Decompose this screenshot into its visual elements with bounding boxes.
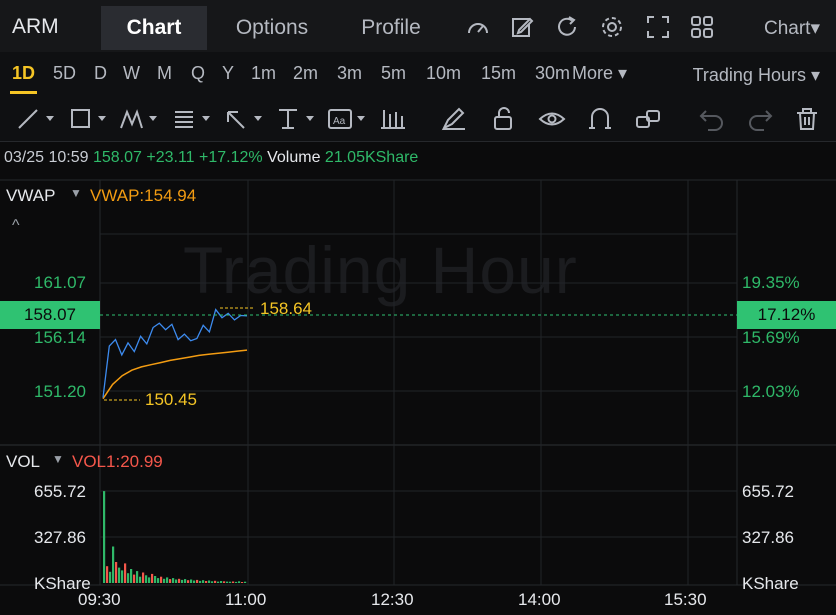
price-line (102, 308, 248, 398)
volume-bar (220, 581, 223, 583)
volume-bar (181, 579, 184, 583)
volume-bar (238, 581, 241, 583)
volume-bar (193, 580, 196, 583)
low-price-label: 150.45 (145, 390, 197, 409)
volume-bar (139, 576, 142, 583)
volume-bar (244, 581, 247, 583)
chart-grid (0, 179, 836, 586)
indicator-vwap-name[interactable]: VWAP (6, 186, 55, 206)
volume-bar (151, 573, 154, 583)
volume-bar (145, 575, 148, 583)
indicator-vol-value: VOL1:20.99 (72, 452, 163, 471)
collapse-icon[interactable]: ^ (12, 217, 20, 235)
volume-bar (205, 581, 208, 583)
volume-bar (121, 570, 124, 583)
volume-bar (199, 580, 202, 583)
time-tick: 12:30 (371, 590, 414, 609)
volume-bar (223, 581, 226, 583)
volume-bar (115, 562, 118, 583)
vol-tick-left: 327.86 (34, 528, 86, 547)
volume-bar (109, 571, 112, 583)
volume-bar (103, 491, 106, 583)
pct-tick-right: 15.69% (742, 328, 800, 347)
volume-bar (178, 578, 181, 583)
price-tick-left: 161.07 (34, 273, 86, 292)
vol-tick-left: 655.72 (34, 482, 86, 501)
volume-bar (202, 580, 205, 583)
volume-bar (232, 581, 235, 583)
volume-bar (196, 579, 199, 583)
volume-bar (118, 567, 121, 583)
indicator-vol-name[interactable]: VOL (6, 452, 40, 472)
vol-tick-right: 655.72 (742, 482, 794, 501)
indicator-dropdown-icon[interactable]: ▼ (70, 186, 82, 200)
time-tick: 14:00 (518, 590, 561, 609)
volume-bar (229, 581, 232, 583)
vol-tick-right: 327.86 (742, 528, 794, 547)
price-tick-left: 156.14 (34, 328, 86, 347)
volume-bar (226, 581, 229, 583)
current-pct-badge: 17.12% (737, 301, 836, 329)
volume-bar (187, 580, 190, 583)
current-price-badge: 158.07 (0, 301, 100, 329)
volume-bar (124, 563, 127, 583)
volume-bar (112, 546, 115, 583)
volume-bar (190, 579, 193, 583)
pct-tick-right: 12.03% (742, 382, 800, 401)
chart-canvas[interactable] (0, 0, 836, 615)
volume-bar (172, 578, 175, 583)
volume-bar (241, 582, 244, 583)
volume-bar (184, 579, 187, 583)
vol-dropdown-icon[interactable]: ▼ (52, 452, 64, 466)
volume-bar (175, 579, 178, 583)
volume-bar (235, 581, 238, 583)
volume-bar (157, 578, 160, 583)
volume-bar (160, 576, 163, 583)
volume-bar (142, 572, 145, 583)
volume-bar (130, 569, 133, 583)
volume-bar (166, 577, 169, 583)
high-price-label: 158.64 (260, 299, 312, 318)
pct-tick-right: 19.35% (742, 273, 800, 292)
vol-tick-right: KShare (742, 574, 799, 593)
volume-bar (211, 581, 214, 583)
volume-bar (106, 566, 109, 583)
price-tick-left: 151.20 (34, 382, 86, 401)
volume-bar (133, 574, 136, 583)
time-tick: 09:30 (78, 590, 121, 609)
time-tick: 11:00 (225, 590, 267, 609)
volume-bar (217, 581, 220, 583)
volume-bar (154, 576, 157, 583)
volume-bar (169, 579, 172, 583)
volume-bar (127, 573, 130, 583)
volume-bar (163, 578, 166, 583)
volume-bar (214, 580, 217, 583)
time-tick: 15:30 (664, 590, 707, 609)
indicator-vwap-value: VWAP:154.94 (90, 186, 197, 205)
volume-bar (148, 577, 151, 583)
volume-bar (208, 580, 211, 583)
volume-bar (136, 571, 139, 583)
